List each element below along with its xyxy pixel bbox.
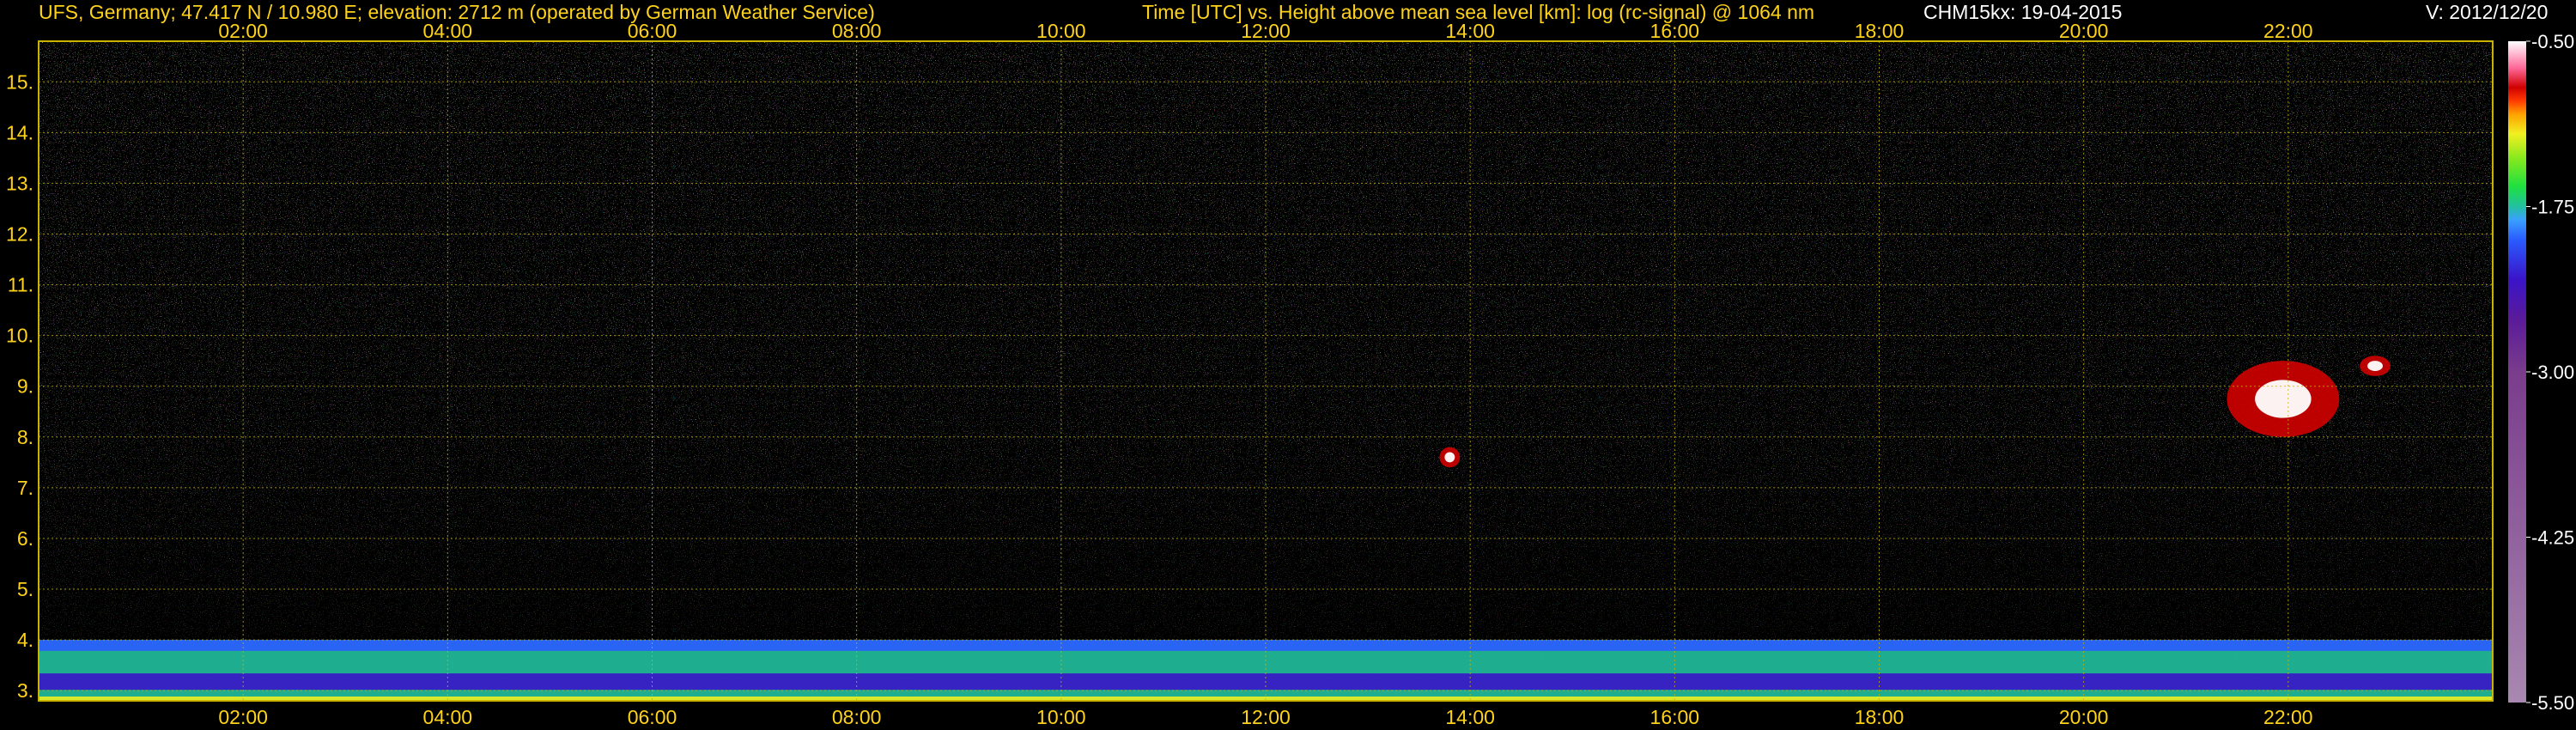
colorbar-tick-label: -3.00 <box>2531 362 2574 383</box>
y-tick-label: 8. <box>17 426 33 448</box>
x-tick-label-bottom: 14:00 <box>1445 706 1495 728</box>
y-tick-label: 6. <box>17 527 33 550</box>
y-axis: 3. 4. 5. 6. 7. 8. 9. 10. 11. 12. 13. 14. 15. <box>6 70 33 702</box>
colorbar-tick-label: -5.50 <box>2531 692 2574 714</box>
x-tick-label-top: 02:00 <box>218 20 268 42</box>
colorbar-tick-label: -1.75 <box>2531 197 2574 218</box>
y-tick-label: 11. <box>8 274 33 296</box>
x-axis-top: 02:00 04:00 06:00 08:00 10:00 12:00 14:00 16:00… <box>218 20 2312 42</box>
x-tick-label-bottom: 20:00 <box>2059 706 2109 728</box>
colorbar-tick-label: -0.50 <box>2531 31 2574 52</box>
x-tick-label-bottom: 16:00 <box>1650 706 1700 728</box>
x-tick-label-bottom: 02:00 <box>218 706 268 728</box>
x-tick-label-top: 20:00 <box>2059 20 2109 42</box>
x-tick-label-top: 04:00 <box>423 20 473 42</box>
colorbar-tick-label: -4.25 <box>2531 527 2574 549</box>
x-tick-label-bottom: 06:00 <box>628 706 677 728</box>
x-tick-label-bottom: 04:00 <box>423 706 473 728</box>
x-tick-label-top: 22:00 <box>2263 20 2313 42</box>
y-tick-label: 4. <box>17 629 33 651</box>
x-tick-label-top: 12:00 <box>1241 20 1291 42</box>
y-tick-label: 5. <box>17 578 33 600</box>
y-tick-label: 12. <box>6 222 33 245</box>
y-tick-label: 13. <box>6 172 33 194</box>
x-tick-label-bottom: 18:00 <box>1855 706 1905 728</box>
x-tick-label-bottom: 12:00 <box>1241 706 1291 728</box>
x-tick-label-bottom: 22:00 <box>2263 706 2313 728</box>
y-tick-label: 10. <box>6 325 33 347</box>
y-tick-label: 7. <box>17 477 33 499</box>
x-tick-label-top: 08:00 <box>832 20 882 42</box>
x-tick-label-bottom: 08:00 <box>832 706 882 728</box>
x-tick-label-top: 10:00 <box>1036 20 1086 42</box>
x-tick-label-top: 16:00 <box>1650 20 1700 42</box>
x-axis-bottom: 02:00 04:00 06:00 08:00 10:00 12:00 14:00 16:00… <box>218 706 2312 728</box>
y-tick-label: 14. <box>6 121 33 143</box>
lidar-backscatter-chart: 02:00 04:00 06:00 08:00 10:00 12:00 14:00 16:00… <box>6 20 2574 728</box>
x-tick-label-top: 14:00 <box>1445 20 1495 42</box>
y-tick-label: 9. <box>17 375 33 398</box>
x-tick-label-top: 06:00 <box>628 20 677 42</box>
x-tick-label-top: 18:00 <box>1855 20 1905 42</box>
y-tick-label: 15. <box>6 70 33 93</box>
y-tick-label: 3. <box>17 679 33 702</box>
feature-cloud-core <box>1444 452 1455 463</box>
feature-cloud-core <box>2367 361 2383 372</box>
feature-boundary-layer <box>39 640 2493 651</box>
colorbar-bar <box>2508 41 2526 703</box>
x-tick-label-bottom: 10:00 <box>1036 706 1086 728</box>
feature-cloud-core <box>2255 380 2312 418</box>
colorbar: -0.50 -1.75 -3.00 -4.25 -5.50 <box>2508 31 2574 714</box>
